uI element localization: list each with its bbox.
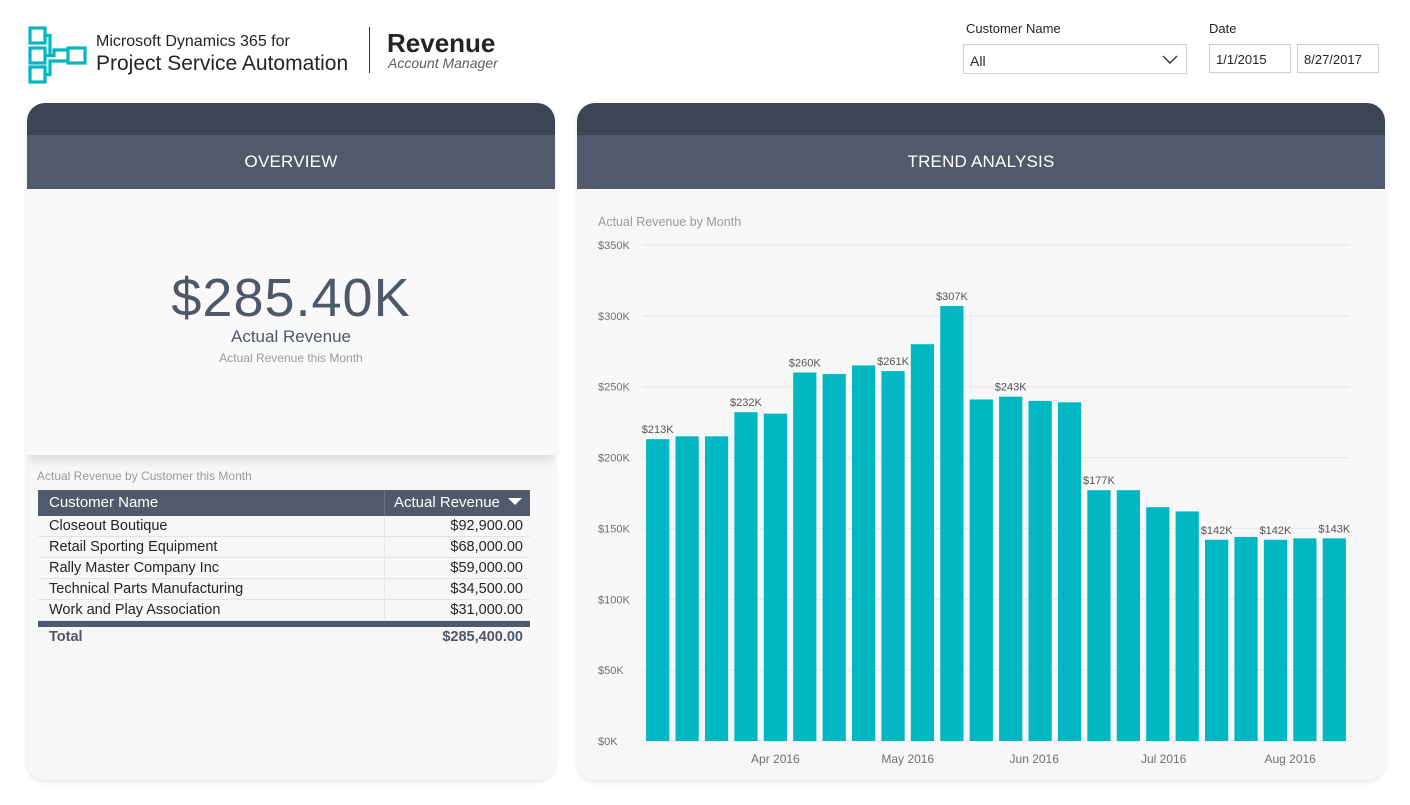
table-header: Customer Name Actual Revenue — [38, 490, 530, 516]
cell-customer: Closeout Boutique — [38, 516, 385, 536]
brand-name: Microsoft Dynamics 365 for Project Servi… — [96, 33, 349, 75]
table-title: Actual Revenue by Customer this Month — [37, 469, 252, 483]
x-tick-label: Apr 2016 — [751, 752, 800, 766]
cell-revenue: $59,000.00 — [450, 560, 523, 576]
customer-filter-label: Customer Name — [966, 21, 1061, 36]
y-tick-label: $300K — [598, 311, 630, 323]
kpi-sublabel: Actual Revenue this Month — [219, 351, 363, 365]
chart-bar[interactable] — [1087, 490, 1111, 741]
cell-customer: Technical Parts Manufacturing — [38, 579, 385, 599]
brand-line2: Project Service Automation — [96, 52, 349, 75]
header-divider — [369, 27, 370, 73]
table-row[interactable]: Technical Parts Manufacturing $34,500.00 — [38, 579, 530, 600]
chevron-down-icon — [1162, 55, 1178, 64]
chart-bar[interactable] — [1057, 402, 1082, 741]
kpi-card[interactable]: $285.40K Actual Revenue Actual Revenue t… — [27, 189, 555, 455]
chart-bar[interactable] — [763, 413, 787, 741]
chart-bar[interactable] — [940, 305, 964, 741]
y-tick-label: $0K — [598, 736, 618, 748]
table-total-row: Total $285,400.00 — [38, 627, 530, 649]
y-tick-label: $250K — [598, 382, 630, 394]
data-label: $177K — [1083, 475, 1115, 487]
cell-customer: Retail Sporting Equipment — [38, 537, 385, 557]
data-label: $260K — [789, 358, 821, 370]
date-start-input[interactable]: 1/1/2015 — [1209, 44, 1291, 73]
data-label: $243K — [995, 382, 1027, 394]
date-end-input[interactable]: 8/27/2017 — [1297, 44, 1379, 73]
cell-revenue: $92,900.00 — [450, 518, 523, 534]
psa-logo-icon — [28, 26, 87, 84]
sort-descending-icon[interactable] — [508, 498, 522, 505]
y-tick-label: $200K — [598, 453, 630, 465]
cell-customer: Rally Master Company Inc — [38, 558, 385, 578]
chart-bar[interactable] — [704, 436, 729, 741]
y-tick-label: $100K — [598, 594, 630, 606]
data-label: $142K — [1201, 525, 1233, 537]
data-label: $232K — [730, 397, 762, 409]
x-tick-label: Jun 2016 — [1010, 752, 1060, 766]
kpi-value: $285.40K — [171, 268, 411, 328]
cell-customer: Work and Play Association — [38, 600, 385, 620]
revenue-table[interactable]: Customer Name Actual Revenue Closeout Bo… — [38, 490, 530, 649]
x-tick-label: May 2016 — [881, 752, 934, 766]
chart-bar[interactable] — [852, 365, 876, 741]
chart-bar[interactable] — [675, 436, 699, 741]
chart-bar[interactable] — [1028, 400, 1052, 741]
chart-bar[interactable] — [1116, 490, 1140, 741]
y-tick-label: $50K — [598, 665, 624, 677]
chart-bar[interactable] — [1205, 539, 1229, 741]
column-header-revenue[interactable]: Actual Revenue — [385, 490, 530, 516]
column-header-revenue-label: Actual Revenue — [394, 494, 500, 511]
brand-line1: Microsoft Dynamics 365 for — [96, 33, 290, 50]
cell-revenue: $34,500.00 — [450, 581, 523, 597]
overview-card: OVERVIEW $285.40K Actual Revenue Actual … — [27, 103, 555, 780]
chart-bar[interactable] — [734, 412, 758, 741]
chart-bar[interactable] — [1234, 536, 1258, 741]
column-header-customer[interactable]: Customer Name — [38, 490, 385, 516]
chart-bar[interactable] — [1146, 507, 1170, 741]
overview-heading: OVERVIEW — [27, 135, 555, 189]
data-label: $143K — [1318, 523, 1350, 535]
table-row[interactable]: Closeout Boutique $92,900.00 — [38, 516, 530, 537]
chart-bar[interactable] — [881, 371, 905, 741]
trend-card: TREND ANALYSIS Actual Revenue by Month $… — [577, 103, 1385, 780]
cell-revenue: $68,000.00 — [450, 539, 523, 555]
data-label: $142K — [1260, 525, 1292, 537]
chart-bar[interactable] — [1293, 538, 1317, 741]
table-row[interactable]: Work and Play Association $31,000.00 — [38, 600, 530, 621]
customer-filter-dropdown[interactable]: All — [963, 44, 1187, 74]
data-label: $213K — [642, 424, 674, 436]
chart-bar[interactable] — [999, 396, 1023, 741]
total-label: Total — [49, 629, 83, 645]
chart-bar[interactable] — [910, 344, 935, 741]
chart-bar[interactable] — [793, 372, 817, 741]
y-tick-label: $150K — [598, 523, 630, 535]
kpi-label: Actual Revenue — [230, 327, 352, 346]
x-tick-label: Aug 2016 — [1264, 752, 1316, 766]
chart-bar[interactable] — [969, 399, 993, 741]
chart-bar[interactable] — [646, 439, 670, 741]
chart-bar[interactable] — [1263, 539, 1288, 741]
data-label: $307K — [936, 291, 968, 303]
chart-bar[interactable] — [1175, 511, 1199, 741]
page-subtitle: Account Manager — [388, 55, 498, 71]
table-row[interactable]: Retail Sporting Equipment $68,000.00 — [38, 537, 530, 558]
y-tick-label: $350K — [598, 240, 630, 252]
chart-bar[interactable] — [822, 373, 846, 741]
customer-filter-value: All — [970, 53, 986, 69]
revenue-bar-chart[interactable]: $0K $50K $100K $150K $200K $250K $300K $350K $21… — [577, 103, 1385, 780]
report-header: Microsoft Dynamics 365 for Project Servi… — [0, 0, 1410, 100]
table-row[interactable]: Rally Master Company Inc $59,000.00 — [38, 558, 530, 579]
total-value: $285,400.00 — [442, 629, 523, 645]
data-label: $261K — [877, 356, 909, 368]
x-tick-label: Jul 2016 — [1141, 752, 1187, 766]
cell-revenue: $31,000.00 — [450, 602, 523, 618]
overview-card-topbar — [27, 103, 555, 135]
date-filter-label: Date — [1209, 21, 1237, 36]
chart-bar[interactable] — [1322, 538, 1346, 741]
